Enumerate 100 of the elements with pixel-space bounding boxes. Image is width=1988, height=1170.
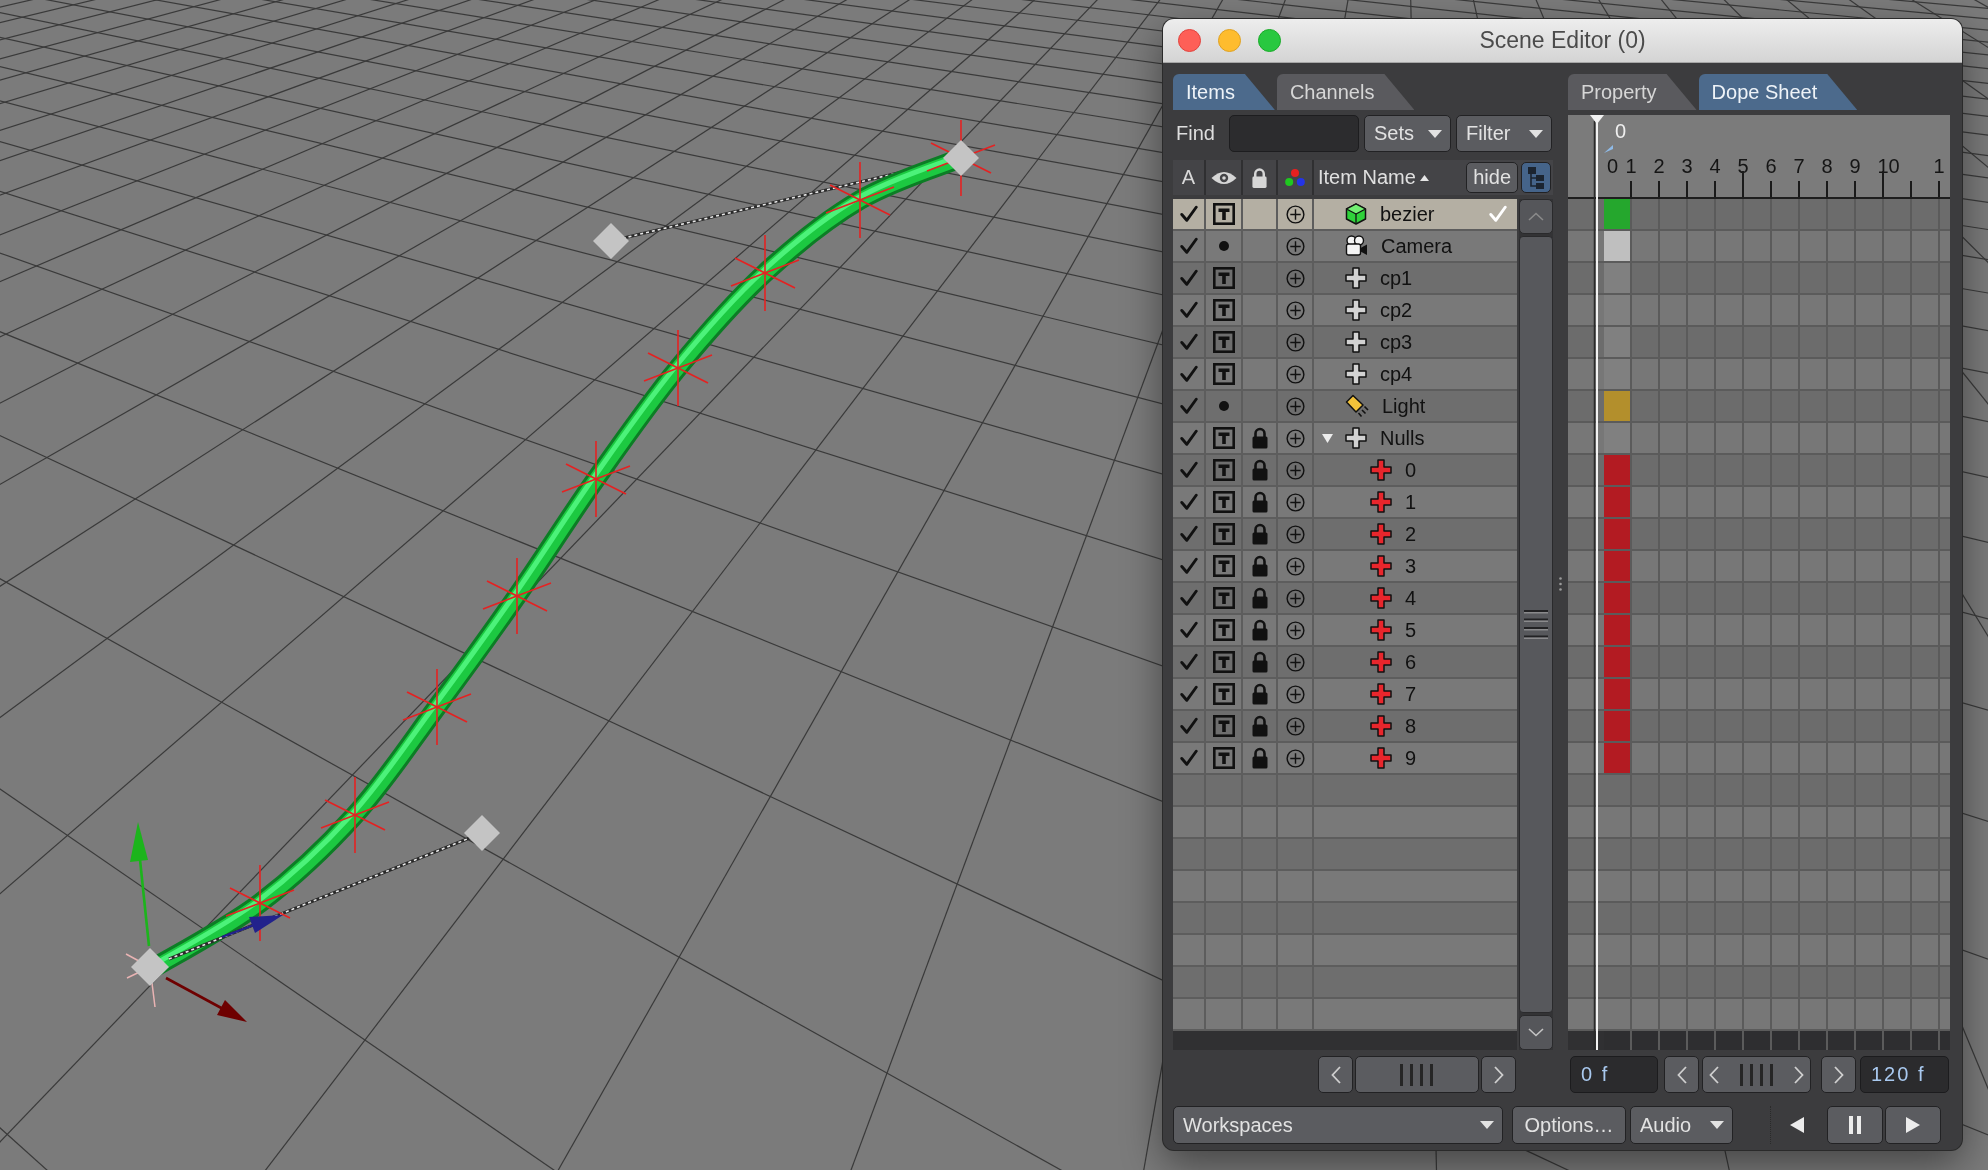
workspaces-dropdown[interactable]: Workspaces — [1173, 1106, 1503, 1144]
key-cell[interactable] — [1604, 487, 1632, 519]
key-cell[interactable] — [1604, 743, 1632, 775]
color-toggle[interactable] — [1278, 327, 1312, 357]
key-cell[interactable] — [1604, 647, 1632, 679]
color-toggle[interactable] — [1278, 487, 1312, 517]
display-mode-toggle[interactable] — [1206, 231, 1241, 261]
color-toggle[interactable] — [1278, 455, 1312, 485]
color-toggle[interactable] — [1278, 391, 1312, 421]
lock-toggle[interactable] — [1243, 519, 1276, 549]
color-toggle[interactable] — [1278, 231, 1312, 261]
display-mode-toggle[interactable] — [1206, 199, 1241, 229]
scroll-right-button[interactable] — [1481, 1056, 1516, 1093]
close-button[interactable] — [1178, 29, 1201, 52]
color-toggle[interactable] — [1278, 359, 1312, 389]
scroll-right-button[interactable] — [1821, 1056, 1856, 1093]
display-mode-toggle[interactable] — [1206, 519, 1241, 549]
start-frame-field[interactable]: 0 f — [1570, 1056, 1658, 1093]
item-name-cell[interactable]: cp1 — [1314, 263, 1517, 293]
item-name-cell[interactable]: Nulls — [1314, 423, 1517, 453]
item-name-cell[interactable]: 9 — [1314, 743, 1517, 773]
item-row[interactable]: 5 — [1173, 615, 1517, 647]
display-mode-toggle[interactable] — [1206, 711, 1241, 741]
active-toggle[interactable] — [1173, 359, 1204, 389]
options-button[interactable]: Options… — [1512, 1106, 1626, 1144]
key-cell[interactable] — [1604, 551, 1632, 583]
color-toggle[interactable] — [1278, 551, 1312, 581]
control-handle[interactable] — [943, 140, 979, 176]
key-cell[interactable] — [1604, 359, 1632, 391]
active-toggle[interactable] — [1173, 423, 1204, 453]
lock-toggle[interactable] — [1243, 455, 1276, 485]
color-toggle[interactable] — [1278, 615, 1312, 645]
active-toggle[interactable] — [1173, 551, 1204, 581]
lock-toggle[interactable] — [1243, 231, 1276, 261]
item-name-cell[interactable]: 3 — [1314, 551, 1517, 581]
visibility-column-header[interactable] — [1206, 160, 1241, 195]
pivot-handle[interactable] — [125, 948, 169, 1008]
color-toggle[interactable] — [1278, 519, 1312, 549]
name-column-header[interactable]: Item Name — [1318, 166, 1429, 189]
timeline-scrollbar[interactable] — [1702, 1056, 1811, 1093]
item-row[interactable]: 0 — [1173, 455, 1517, 487]
key-cell[interactable] — [1604, 231, 1632, 263]
color-toggle[interactable] — [1278, 423, 1312, 453]
key-cell[interactable] — [1604, 583, 1632, 615]
item-row[interactable]: Light — [1173, 391, 1517, 423]
end-frame-field[interactable]: 120 f — [1860, 1056, 1949, 1093]
key-cell[interactable] — [1604, 199, 1632, 231]
scroll-left-button[interactable] — [1318, 1056, 1353, 1093]
lock-toggle[interactable] — [1243, 487, 1276, 517]
key-cell[interactable] — [1604, 263, 1632, 295]
item-name-cell[interactable]: 7 — [1314, 679, 1517, 709]
horizontal-scroll-thumb[interactable] — [1355, 1056, 1479, 1093]
tab[interactable]: Items — [1173, 74, 1275, 110]
item-name-cell[interactable]: 6 — [1314, 647, 1517, 677]
color-toggle[interactable] — [1278, 679, 1312, 709]
color-toggle[interactable] — [1278, 583, 1312, 613]
item-row[interactable]: 7 — [1173, 679, 1517, 711]
active-toggle[interactable] — [1173, 647, 1204, 677]
item-name-cell[interactable]: cp3 — [1314, 327, 1517, 357]
active-column-header[interactable]: A — [1173, 160, 1204, 195]
sets-dropdown[interactable]: Sets — [1364, 115, 1451, 152]
filter-dropdown[interactable]: Filter — [1456, 115, 1552, 152]
key-cell[interactable] — [1604, 295, 1632, 327]
scroll-left-button[interactable] — [1664, 1056, 1699, 1093]
scroll-up-button[interactable] — [1519, 199, 1553, 234]
hide-button[interactable]: hide — [1466, 162, 1518, 193]
active-toggle[interactable] — [1173, 679, 1204, 709]
tree-view-toggle[interactable] — [1521, 162, 1551, 193]
lock-toggle[interactable] — [1243, 679, 1276, 709]
item-name-cell[interactable]: Camera — [1314, 231, 1517, 261]
color-toggle[interactable] — [1278, 263, 1312, 293]
item-name-cell[interactable]: cp2 — [1314, 295, 1517, 325]
display-mode-toggle[interactable] — [1206, 327, 1241, 357]
key-cell[interactable] — [1604, 519, 1632, 551]
axis-arrow[interactable] — [221, 915, 283, 939]
item-row[interactable]: 1 — [1173, 487, 1517, 519]
control-handle[interactable] — [464, 815, 500, 851]
lock-toggle[interactable] — [1243, 359, 1276, 389]
lock-toggle[interactable] — [1243, 583, 1276, 613]
item-row[interactable]: 9 — [1173, 743, 1517, 775]
item-name-cell[interactable]: cp4 — [1314, 359, 1517, 389]
display-mode-toggle[interactable] — [1206, 615, 1241, 645]
active-toggle[interactable] — [1173, 231, 1204, 261]
tab[interactable]: Property — [1568, 74, 1697, 110]
find-field[interactable] — [1229, 115, 1359, 152]
item-row[interactable]: cp4 — [1173, 359, 1517, 391]
lock-column-header[interactable] — [1243, 160, 1276, 195]
active-toggle[interactable] — [1173, 455, 1204, 485]
playhead[interactable] — [1590, 115, 1604, 1050]
lock-toggle[interactable] — [1243, 295, 1276, 325]
active-toggle[interactable] — [1173, 519, 1204, 549]
item-row[interactable]: cp2 — [1173, 295, 1517, 327]
item-row[interactable]: Nulls — [1173, 423, 1517, 455]
item-name-cell[interactable]: 8 — [1314, 711, 1517, 741]
scroll-down-button[interactable] — [1519, 1015, 1553, 1050]
item-name-cell[interactable]: bezier — [1314, 199, 1517, 229]
item-row[interactable]: bezier — [1173, 199, 1517, 231]
key-cell[interactable] — [1604, 679, 1632, 711]
key-cell[interactable] — [1604, 711, 1632, 743]
key-cell[interactable] — [1604, 391, 1632, 423]
